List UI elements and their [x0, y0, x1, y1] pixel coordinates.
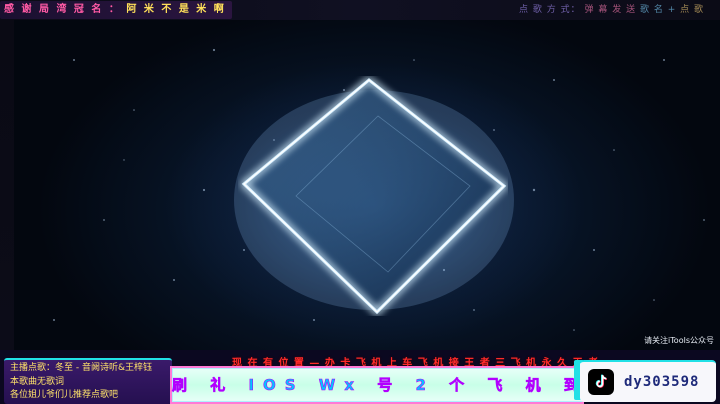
- request-prompt-line: 各位姐儿爷们儿推荐点歌吧: [10, 390, 119, 400]
- instruction-part-2: 弹 幕 发 送: [584, 5, 637, 15]
- video-stream[interactable]: 请关注iTools公众号: [14, 20, 720, 350]
- social-id-card: dy303598: [580, 360, 716, 402]
- instruction-part-1: 点 歌 方 式：: [519, 5, 581, 15]
- left-frame-edge: [0, 20, 14, 350]
- sponsor-credit-name: 阿 米 不 是 米 啊: [126, 4, 226, 15]
- sponsor-credit: 感 谢 局 湾 冠 名 ： 阿 米 不 是 米 啊: [0, 1, 232, 19]
- watermark-text: 请关注iTools公众号: [644, 336, 714, 345]
- instruction-part-4: 点 歌: [680, 5, 704, 15]
- lyrics-status-line: 本歌曲无歌词: [10, 377, 65, 387]
- song-info-panel: 主播点歌：冬至 - 音阙诗听&王梓钰 本歌曲无歌词 各位姐儿爷们儿推荐点歌吧: [4, 358, 172, 404]
- promo-banner: 刷 礼 IOS Wx 号 2 个 飞 机 到 王 者: [170, 366, 665, 404]
- douyin-id: dy303598: [624, 374, 700, 390]
- sponsor-credit-label: 感 谢 局 湾 冠 名 ：: [4, 4, 121, 15]
- song-request-instructions: 点 歌 方 式： 弹 幕 发 送 歌 名 + 点 歌: [519, 2, 704, 18]
- glowing-diamond-graphic: [241, 78, 507, 315]
- instruction-part-3: 歌 名 +: [639, 5, 677, 15]
- current-song-line: 主播点歌：冬至 - 音阙诗听&王梓钰: [10, 363, 152, 373]
- promo-banner-text: 刷 礼 IOS Wx 号 2 个 飞 机 到 王 者: [172, 376, 665, 395]
- tiktok-icon: [588, 369, 614, 395]
